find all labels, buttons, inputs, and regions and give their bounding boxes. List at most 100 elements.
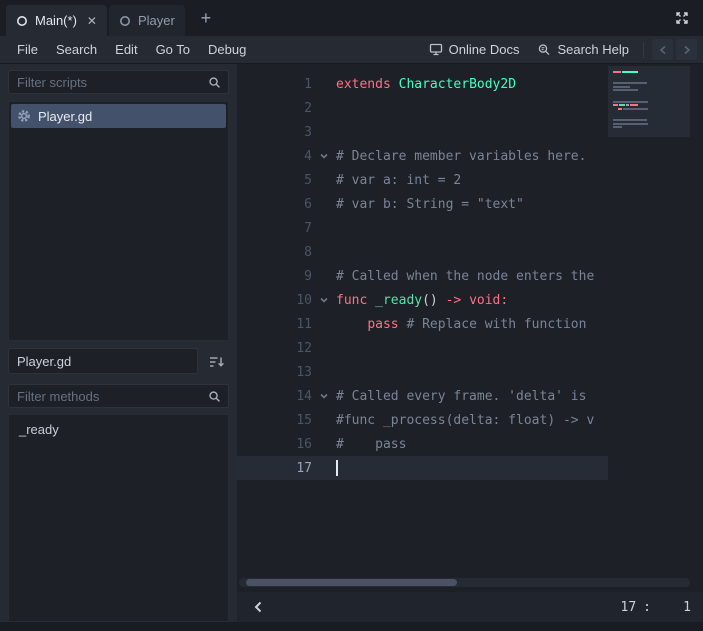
caret-line: 17: [620, 599, 637, 615]
line-number[interactable]: 10: [237, 293, 312, 308]
menu-file[interactable]: File: [8, 42, 47, 57]
line-number[interactable]: 12: [237, 341, 312, 356]
code-text: func _ready() -> void:: [336, 292, 509, 308]
line-number[interactable]: 1: [237, 77, 312, 92]
code-text: # var a: int = 2: [336, 172, 462, 188]
caret-position: 17 : 1: [621, 600, 691, 615]
line-number[interactable]: 3: [237, 125, 312, 140]
code-line[interactable]: 5 # var a: int = 2: [237, 168, 608, 192]
code-text: # pass: [336, 436, 407, 452]
code-line[interactable]: 9 # Called when the node enters the: [237, 264, 608, 288]
line-number[interactable]: 13: [237, 365, 312, 380]
menu-goto[interactable]: Go To: [147, 42, 199, 57]
sort-methods-button[interactable]: [204, 353, 230, 371]
nav-back-icon: [659, 45, 667, 55]
script-path-field: [8, 348, 198, 374]
code-line[interactable]: 3: [237, 120, 608, 144]
search-icon: [208, 76, 221, 89]
online-docs-icon: [429, 43, 443, 56]
menu-debug[interactable]: Debug: [199, 42, 255, 57]
search-help-label: Search Help: [557, 42, 629, 57]
line-number[interactable]: 15: [237, 413, 312, 428]
code-text: # Declare member variables here.: [336, 148, 587, 164]
fold-arrow-icon[interactable]: [312, 151, 336, 161]
code-text: extends CharacterBody2D: [336, 76, 517, 92]
search-help-icon: [537, 43, 551, 57]
code-editor[interactable]: 1 extends CharacterBody2D 2 3 4 # Declare mem…: [237, 64, 703, 622]
code-text: # Called when the node enters the: [336, 268, 595, 284]
code-text: # Called every frame. 'delta' is: [336, 388, 587, 404]
scripts-sidebar: Player.gd _ready: [0, 64, 237, 622]
horizontal-scrollbar[interactable]: [239, 578, 690, 587]
code-line[interactable]: 13: [237, 360, 608, 384]
fold-arrow-icon[interactable]: [312, 391, 336, 401]
online-docs-label: Online Docs: [448, 42, 520, 57]
gear-icon: [17, 109, 31, 123]
line-number[interactable]: 2: [237, 101, 312, 116]
tab-label: Main(*): [35, 13, 77, 28]
menu-search[interactable]: Search: [47, 42, 106, 57]
editor-status-bar: 17 : 1: [237, 592, 703, 622]
add-tab-button[interactable]: +: [194, 6, 218, 30]
code-line[interactable]: 16 # pass: [237, 432, 608, 456]
code-line[interactable]: 2: [237, 96, 608, 120]
online-docs-button[interactable]: Online Docs: [420, 42, 529, 57]
code-line[interactable]: 15 #func _process(delta: float) -> v: [237, 408, 608, 432]
line-number[interactable]: 6: [237, 197, 312, 212]
fold-arrow-icon[interactable]: [312, 295, 336, 305]
method-list-item[interactable]: _ready: [11, 419, 226, 440]
tab-player[interactable]: Player: [108, 5, 185, 36]
line-number[interactable]: 16: [237, 437, 312, 452]
filter-scripts-input[interactable]: [9, 74, 208, 90]
history-forward-button[interactable]: [676, 39, 697, 60]
line-number[interactable]: 5: [237, 173, 312, 188]
script-list: Player.gd: [8, 101, 229, 341]
code-line[interactable]: 14 # Called every frame. 'delta' is: [237, 384, 608, 408]
script-list-item[interactable]: Player.gd: [11, 104, 226, 128]
line-number[interactable]: 11: [237, 317, 312, 332]
code-line[interactable]: 8: [237, 240, 608, 264]
code-line[interactable]: 11 pass # Replace with function: [237, 312, 608, 336]
methods-list: _ready: [8, 414, 229, 622]
code-line[interactable]: 10 func _ready() -> void:: [237, 288, 608, 312]
filter-scripts-field: [8, 70, 229, 94]
tab-main[interactable]: Main(*) ✕: [6, 5, 107, 36]
menu-divider: [643, 41, 644, 58]
code-line[interactable]: 17: [237, 456, 608, 480]
code-text: [336, 459, 608, 477]
script-name: Player.gd: [38, 108, 93, 124]
code-line[interactable]: 12: [237, 336, 608, 360]
line-number[interactable]: 14: [237, 389, 312, 404]
nav-forward-icon: [683, 45, 691, 55]
close-tab-icon[interactable]: ✕: [87, 14, 97, 28]
code-line[interactable]: 6 # var b: String = "text": [237, 192, 608, 216]
menu-edit[interactable]: Edit: [106, 42, 146, 57]
expand-icon: [674, 10, 690, 26]
search-icon: [208, 390, 221, 403]
script-path-input[interactable]: [9, 353, 197, 369]
vertical-scrollbar[interactable]: [690, 64, 703, 578]
line-number[interactable]: 17: [237, 461, 312, 476]
horizontal-scrollbar-thumb[interactable]: [246, 579, 457, 586]
caret-separator: :: [643, 599, 651, 615]
code-lines: 1 extends CharacterBody2D 2 3 4 # Declare mem…: [237, 72, 608, 480]
collapse-panel-button[interactable]: [249, 598, 267, 616]
menu-bar: File Search Edit Go To Debug Online Docs…: [0, 36, 703, 64]
history-back-button[interactable]: [652, 39, 673, 60]
line-number[interactable]: 8: [237, 245, 312, 260]
code-line[interactable]: 4 # Declare member variables here.: [237, 144, 608, 168]
minimap-content: [613, 71, 685, 132]
code-text: # var b: String = "text": [336, 196, 524, 212]
code-line[interactable]: 7: [237, 216, 608, 240]
code-line[interactable]: 1 extends CharacterBody2D: [237, 72, 608, 96]
line-number[interactable]: 4: [237, 149, 312, 164]
sort-methods-icon: [209, 355, 225, 369]
code-minimap[interactable]: [608, 66, 690, 137]
line-number[interactable]: 7: [237, 221, 312, 236]
search-help-button[interactable]: Search Help: [528, 42, 638, 57]
filter-methods-input[interactable]: [9, 388, 208, 404]
code-text: #func _process(delta: float) -> v: [336, 412, 595, 428]
expand-window-button[interactable]: [670, 6, 694, 30]
line-number[interactable]: 9: [237, 269, 312, 284]
tab-label: Player: [137, 13, 175, 28]
